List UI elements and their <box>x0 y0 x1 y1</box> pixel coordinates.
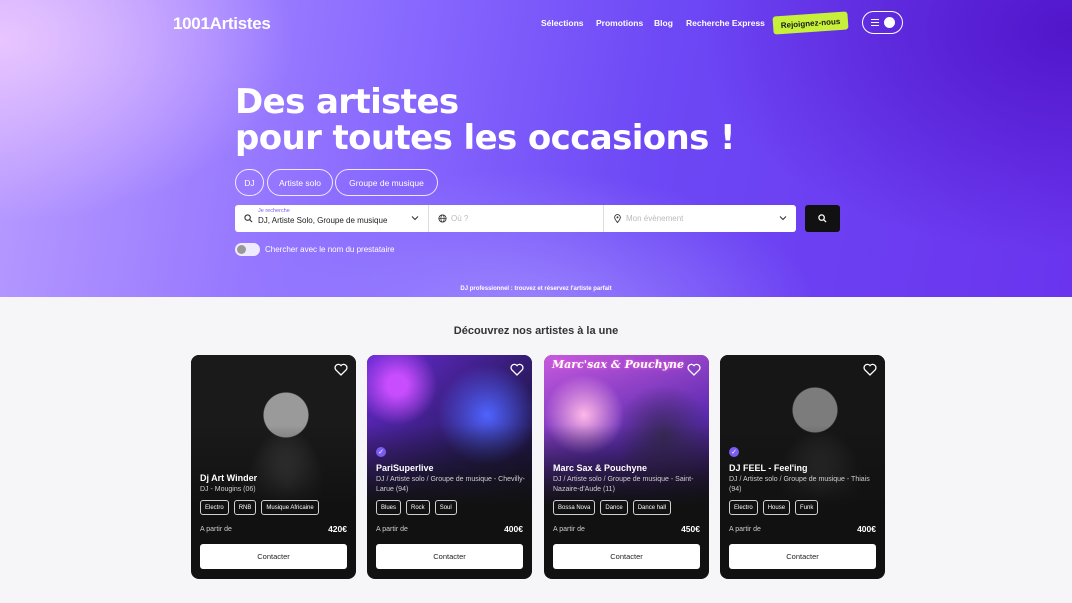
heart-icon[interactable] <box>687 363 701 376</box>
search-bar: Je recherche DJ, Artiste Solo, Groupe de… <box>235 205 796 232</box>
tag-list: Bossa Nova Dance Dance hall <box>553 500 672 515</box>
artist-card[interactable]: ✓ DJ FEEL - Feel'ing DJ / Artiste solo /… <box>720 355 885 579</box>
join-button[interactable]: Rejoignez-nous <box>772 11 849 35</box>
user-icon <box>883 17 895 28</box>
genre-tag: Electro <box>729 500 758 515</box>
map-pin-icon <box>614 214 621 223</box>
artist-name[interactable]: PariSuperlive <box>376 463 434 473</box>
logo[interactable]: 1001Artistes <box>173 14 271 34</box>
chip-groupe-de-musique[interactable]: Groupe de musique <box>335 169 438 196</box>
page-title: Des artistes pour toutes les occasions ! <box>235 82 736 158</box>
heart-icon[interactable] <box>510 363 524 376</box>
chip-dj[interactable]: DJ <box>235 169 264 196</box>
search-icon <box>818 214 827 223</box>
photo-caption: Marc'sax & Pouchyne <box>552 358 685 371</box>
nav-promotions[interactable]: Promotions <box>596 18 643 28</box>
event-select[interactable]: Mon évènement <box>604 205 796 232</box>
chip-artiste-solo[interactable]: Artiste solo <box>267 169 333 196</box>
chevron-down-icon <box>411 216 419 221</box>
contact-button[interactable]: Contacter <box>376 544 523 569</box>
category-label: Je recherche <box>258 208 290 214</box>
headline-line-2: pour toutes les occasions ! <box>235 118 736 158</box>
contact-button[interactable]: Contacter <box>553 544 700 569</box>
genre-tag: RNB <box>233 500 257 515</box>
genre-tag: Musique Africaine <box>261 500 319 515</box>
artist-meta: DJ - Mougins (06) <box>200 486 256 493</box>
globe-icon <box>438 214 447 223</box>
location-placeholder: Où ? <box>451 214 469 223</box>
event-placeholder: Mon évènement <box>626 214 684 223</box>
nav-blog[interactable]: Blog <box>654 18 673 28</box>
provider-name-toggle[interactable] <box>235 243 260 256</box>
search-icon <box>244 214 253 223</box>
price-label: A partir de <box>553 526 585 533</box>
price-label: A partir de <box>200 526 232 533</box>
heart-icon[interactable] <box>334 363 348 376</box>
heart-icon[interactable] <box>863 363 877 376</box>
chevron-down-icon <box>779 216 787 221</box>
price-value: 450€ <box>681 524 700 534</box>
artist-name[interactable]: Dj Art Winder <box>200 473 257 483</box>
contact-button[interactable]: Contacter <box>200 544 347 569</box>
genre-tag: Rock <box>406 500 430 515</box>
search-button[interactable] <box>805 205 840 232</box>
artist-card[interactable]: Dj Art Winder DJ - Mougins (06) Electro … <box>191 355 356 579</box>
artist-card[interactable]: Marc'sax & Pouchyne Marc Sax & Pouchyne … <box>544 355 709 579</box>
genre-tag: Bossa Nova <box>553 500 596 515</box>
category-value: DJ, Artiste Solo, Groupe de musique <box>258 216 388 225</box>
featured-section-title: Découvrez nos artistes à la une <box>453 325 619 337</box>
nav-selections[interactable]: Sélections <box>541 18 584 28</box>
nav-recherche-express[interactable]: Recherche Express <box>686 18 765 28</box>
genre-tag: Blues <box>376 500 402 515</box>
hero-section: 1001Artistes Sélections Promotions Blog … <box>0 0 1072 297</box>
artist-name[interactable]: DJ FEEL - Feel'ing <box>729 463 808 473</box>
location-input[interactable]: Où ? <box>429 205 604 232</box>
price-value: 420€ <box>328 524 347 534</box>
genre-tag: Dance hall <box>632 500 672 515</box>
verified-icon: ✓ <box>376 447 386 457</box>
artist-meta: DJ / Artiste solo / Groupe de musique - … <box>729 476 870 493</box>
price-value: 400€ <box>504 524 523 534</box>
genre-tag: Funk <box>795 500 819 515</box>
contact-button[interactable]: Contacter <box>729 544 876 569</box>
genre-tag: Electro <box>200 500 229 515</box>
artist-meta: DJ / Artiste solo / Groupe de musique - … <box>376 476 526 493</box>
hamburger-icon <box>870 19 879 26</box>
price-label: A partir de <box>729 526 761 533</box>
hero-tagline: DJ professionnel : trouvez et réservez l… <box>460 286 612 292</box>
genre-tag: Soul <box>434 500 457 515</box>
price-value: 400€ <box>857 524 876 534</box>
genre-tag: House <box>762 500 791 515</box>
tag-list: Electro RNB Musique Africaine <box>200 500 319 515</box>
headline-line-1: Des artistes <box>235 82 459 122</box>
artist-card[interactable]: ✓ PariSuperlive DJ / Artiste solo / Grou… <box>367 355 532 579</box>
tag-list: Blues Rock Soul <box>376 500 457 515</box>
provider-name-toggle-label: Chercher avec le nom du prestataire <box>265 245 395 254</box>
price-label: A partir de <box>376 526 408 533</box>
menu-button[interactable] <box>862 11 903 34</box>
genre-tag: Dance <box>600 500 628 515</box>
category-select[interactable]: Je recherche DJ, Artiste Solo, Groupe de… <box>235 205 429 232</box>
artist-name[interactable]: Marc Sax & Pouchyne <box>553 463 647 473</box>
verified-icon: ✓ <box>729 447 739 457</box>
artist-meta: DJ / Artiste solo / Groupe de musique - … <box>553 476 694 493</box>
tag-list: Electro House Funk <box>729 500 819 515</box>
